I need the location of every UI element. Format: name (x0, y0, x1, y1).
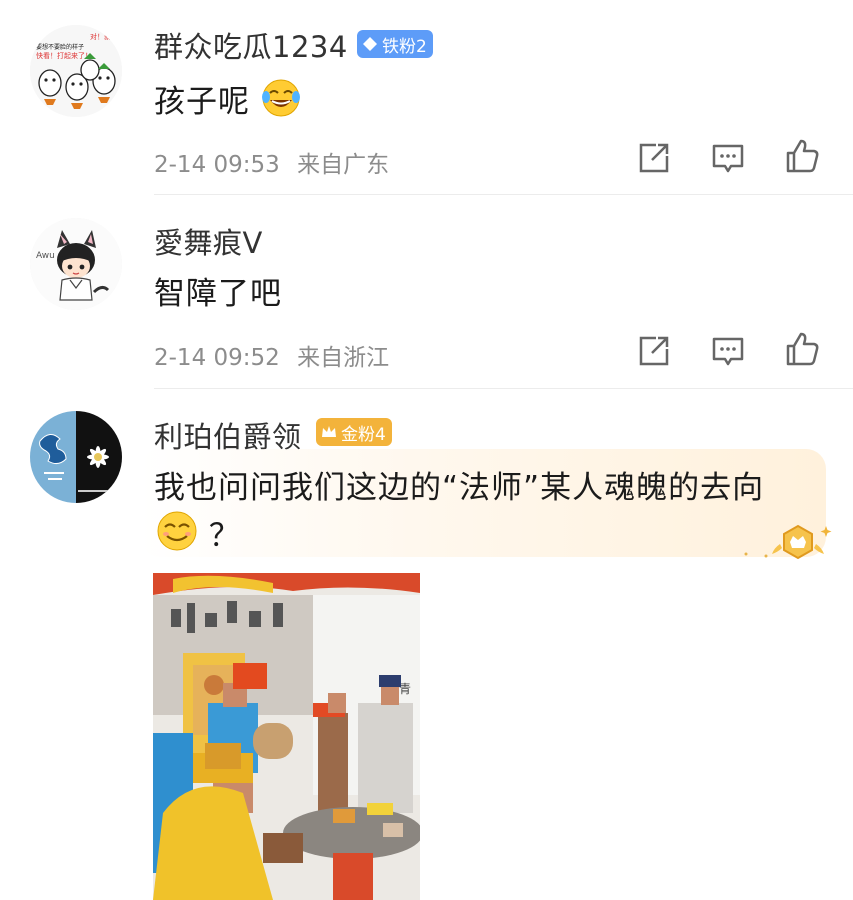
comment-icon[interactable] (710, 333, 746, 369)
comment-meta: 2-14 09:53 来自广东 (154, 145, 389, 179)
comment-image[interactable]: 青 (153, 573, 420, 900)
avatar[interactable]: 对！就是这样 要想不要脸的样子 快看！打起来了！ (30, 25, 122, 117)
comment-text: 智障了吧 (154, 276, 282, 312)
comment-meta: 2-14 09:52 来自浙江 (154, 338, 389, 372)
comment-location: 来自广东 (297, 152, 390, 178)
crown-icon (322, 426, 336, 437)
comment-text: 我也问问我们这边的“法师”某人魂魄的去向 (154, 470, 765, 506)
badge-label: 金粉4 (341, 424, 386, 445)
fan-badge[interactable]: 金粉4 (316, 418, 392, 446)
divider (154, 388, 853, 389)
comment-text-content: 孩子呢 (154, 84, 250, 120)
comment-text: 孩子呢 (154, 76, 301, 121)
divider (154, 194, 853, 195)
avatar-caption: 快看！打起来了！ (36, 51, 92, 60)
avatar-caption: 对！就是这样 (90, 32, 122, 41)
like-icon[interactable] (784, 138, 820, 174)
avatar[interactable]: Awu (30, 218, 122, 310)
comment-text-line2-content: ？ (208, 518, 241, 554)
smiling-emoji-icon (157, 511, 197, 551)
laughing-crying-emoji-icon (261, 79, 300, 117)
comment-1: 对！就是这样 要想不要脸的样子 快看！打起来了！ 群众吃瓜1234 铁粉2 (0, 0, 853, 196)
fan-badge[interactable]: 铁粉2 (357, 30, 433, 58)
comment-text-line2: ？ (156, 510, 241, 555)
avatar-caption: Awu (36, 251, 55, 261)
comment-date: 2-14 09:53 (154, 152, 280, 178)
share-icon[interactable] (636, 333, 672, 369)
comment-location: 来自浙江 (297, 345, 390, 371)
like-icon[interactable] (784, 331, 820, 367)
badge-label: 铁粉2 (382, 36, 427, 57)
username[interactable]: 愛舞痕V (154, 220, 263, 262)
diamond-icon (363, 37, 377, 51)
avatar-caption: 要想不要脸的样子 (36, 43, 84, 51)
avatar[interactable] (30, 411, 122, 503)
gold-badge-icon (744, 524, 832, 560)
username[interactable]: 群众吃瓜1234 (154, 24, 348, 66)
share-icon[interactable] (636, 140, 672, 176)
comment-date: 2-14 09:52 (154, 345, 280, 371)
comment-2: Awu 愛舞痕V 智障了吧 2-14 09:52 来自浙江 (0, 196, 853, 390)
comment-icon[interactable] (710, 140, 746, 176)
